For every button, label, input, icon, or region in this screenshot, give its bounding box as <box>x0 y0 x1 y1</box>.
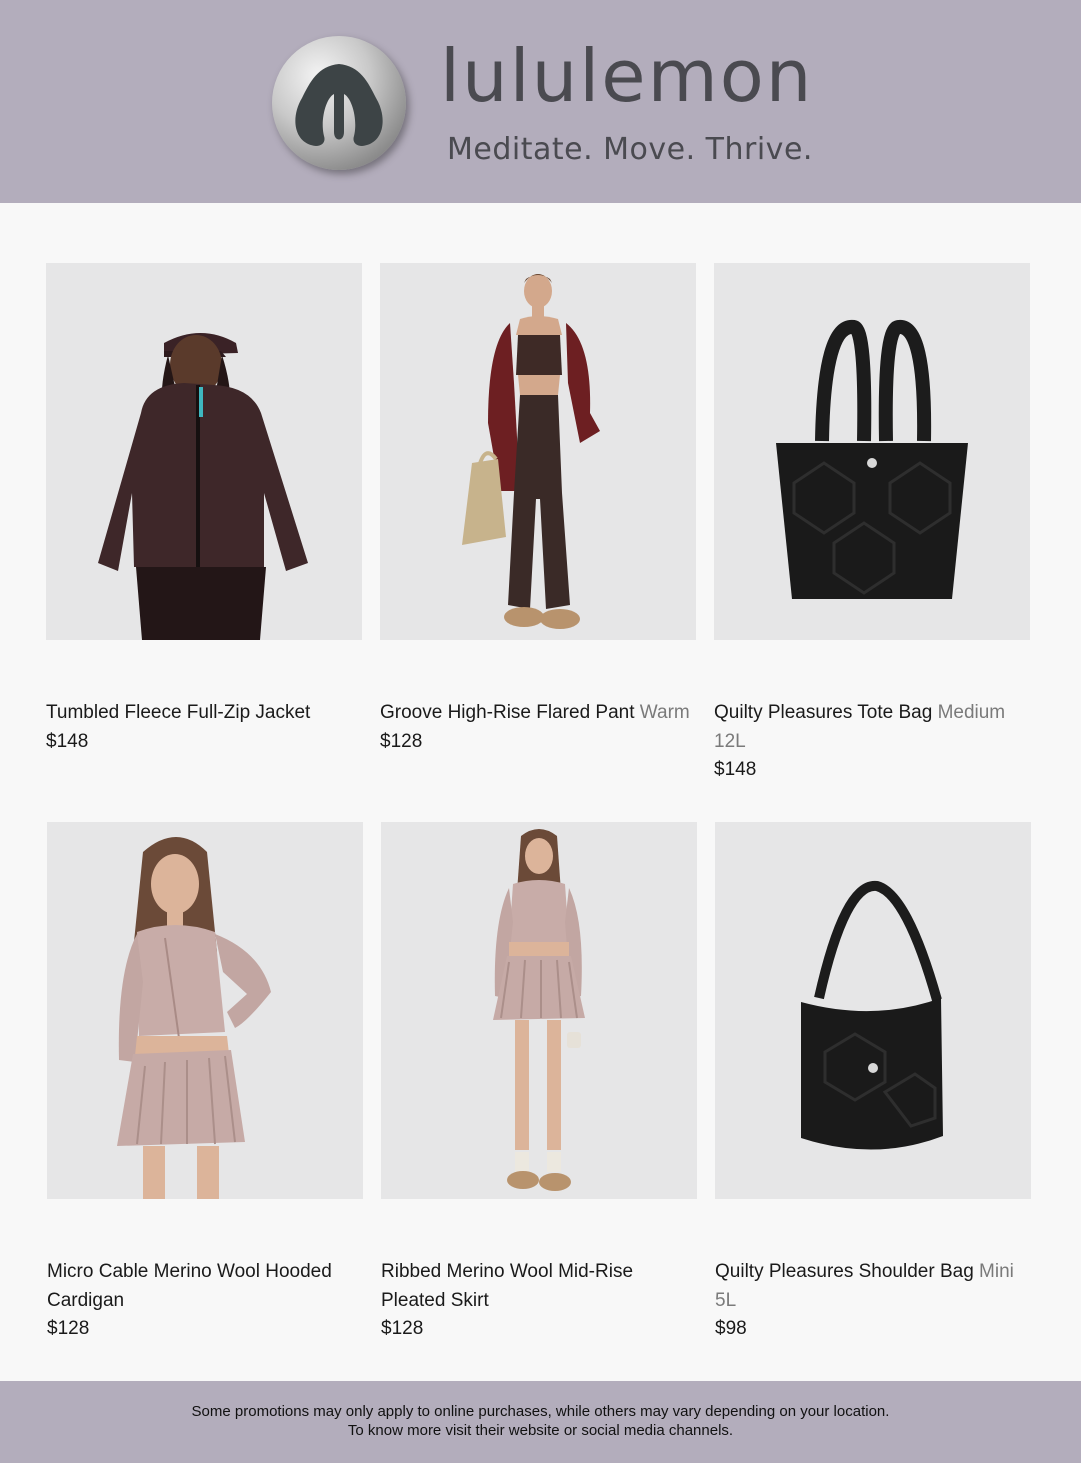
product-image-shoulder-bag[interactable] <box>715 822 1031 1199</box>
product-variant: Warm <box>639 702 690 723</box>
brand-tagline: Meditate. Move. Thrive. <box>447 132 813 167</box>
product-name[interactable]: Quilty Pleasures Shoulder Bag <box>715 1261 974 1282</box>
product-name[interactable]: Ribbed Merino Wool Mid-Rise Pleated Skir… <box>381 1261 633 1311</box>
product-info: Ribbed Merino Wool Mid-Rise Pleated Skir… <box>381 1258 701 1344</box>
product-info: Quilty Pleasures Shoulder Bag Mini 5L $9… <box>715 1258 1035 1344</box>
product-image-fleece-jacket[interactable] <box>46 263 362 640</box>
product-card[interactable]: Ribbed Merino Wool Mid-Rise Pleated Skir… <box>381 822 697 1339</box>
product-price: $128 <box>381 1318 424 1339</box>
product-image-tote-bag[interactable] <box>714 263 1030 640</box>
footer-line-2: To know more visit their website or soci… <box>347 1422 734 1439</box>
product-name[interactable]: Tumbled Fleece Full-Zip Jacket <box>46 702 310 723</box>
header-banner: lululemon Meditate. Move. Thrive. <box>0 0 1081 203</box>
product-name[interactable]: Groove High-Rise Flared Pant <box>380 702 635 723</box>
product-price: $148 <box>46 730 89 752</box>
product-name[interactable]: Quilty Pleasures Tote Bag <box>714 702 932 723</box>
product-card[interactable]: Quilty Pleasures Tote Bag Medium 12L $14… <box>714 263 1030 780</box>
product-image-hooded-cardigan[interactable] <box>47 822 363 1199</box>
footer-disclaimer: Some promotions may only apply to online… <box>0 1381 1081 1463</box>
product-image-pleated-skirt[interactable] <box>381 822 697 1199</box>
lululemon-logo-icon[interactable] <box>272 36 406 170</box>
product-card[interactable]: Micro Cable Merino Wool Hooded Cardigan … <box>47 822 363 1339</box>
product-price: $128 <box>380 730 423 752</box>
product-name[interactable]: Micro Cable Merino Wool Hooded Cardigan <box>47 1261 332 1311</box>
product-info: Tumbled Fleece Full-Zip Jacket $148 <box>46 699 366 756</box>
product-card[interactable]: Tumbled Fleece Full-Zip Jacket $148 <box>46 263 362 752</box>
product-info: Quilty Pleasures Tote Bag Medium 12L $14… <box>714 699 1034 785</box>
product-price: $98 <box>715 1318 747 1339</box>
product-card[interactable]: Groove High-Rise Flared Pant Warm $128 <box>380 263 696 752</box>
product-card[interactable]: Quilty Pleasures Shoulder Bag Mini 5L $9… <box>715 822 1031 1339</box>
product-info: Micro Cable Merino Wool Hooded Cardigan … <box>47 1258 367 1344</box>
footer-line-1: Some promotions may only apply to online… <box>191 1403 890 1420</box>
product-price: $128 <box>47 1318 90 1339</box>
product-price: $148 <box>714 759 757 780</box>
product-image-flared-pant[interactable] <box>380 263 696 640</box>
brand-name: lululemon <box>440 34 814 118</box>
product-info: Groove High-Rise Flared Pant Warm $128 <box>380 699 700 756</box>
